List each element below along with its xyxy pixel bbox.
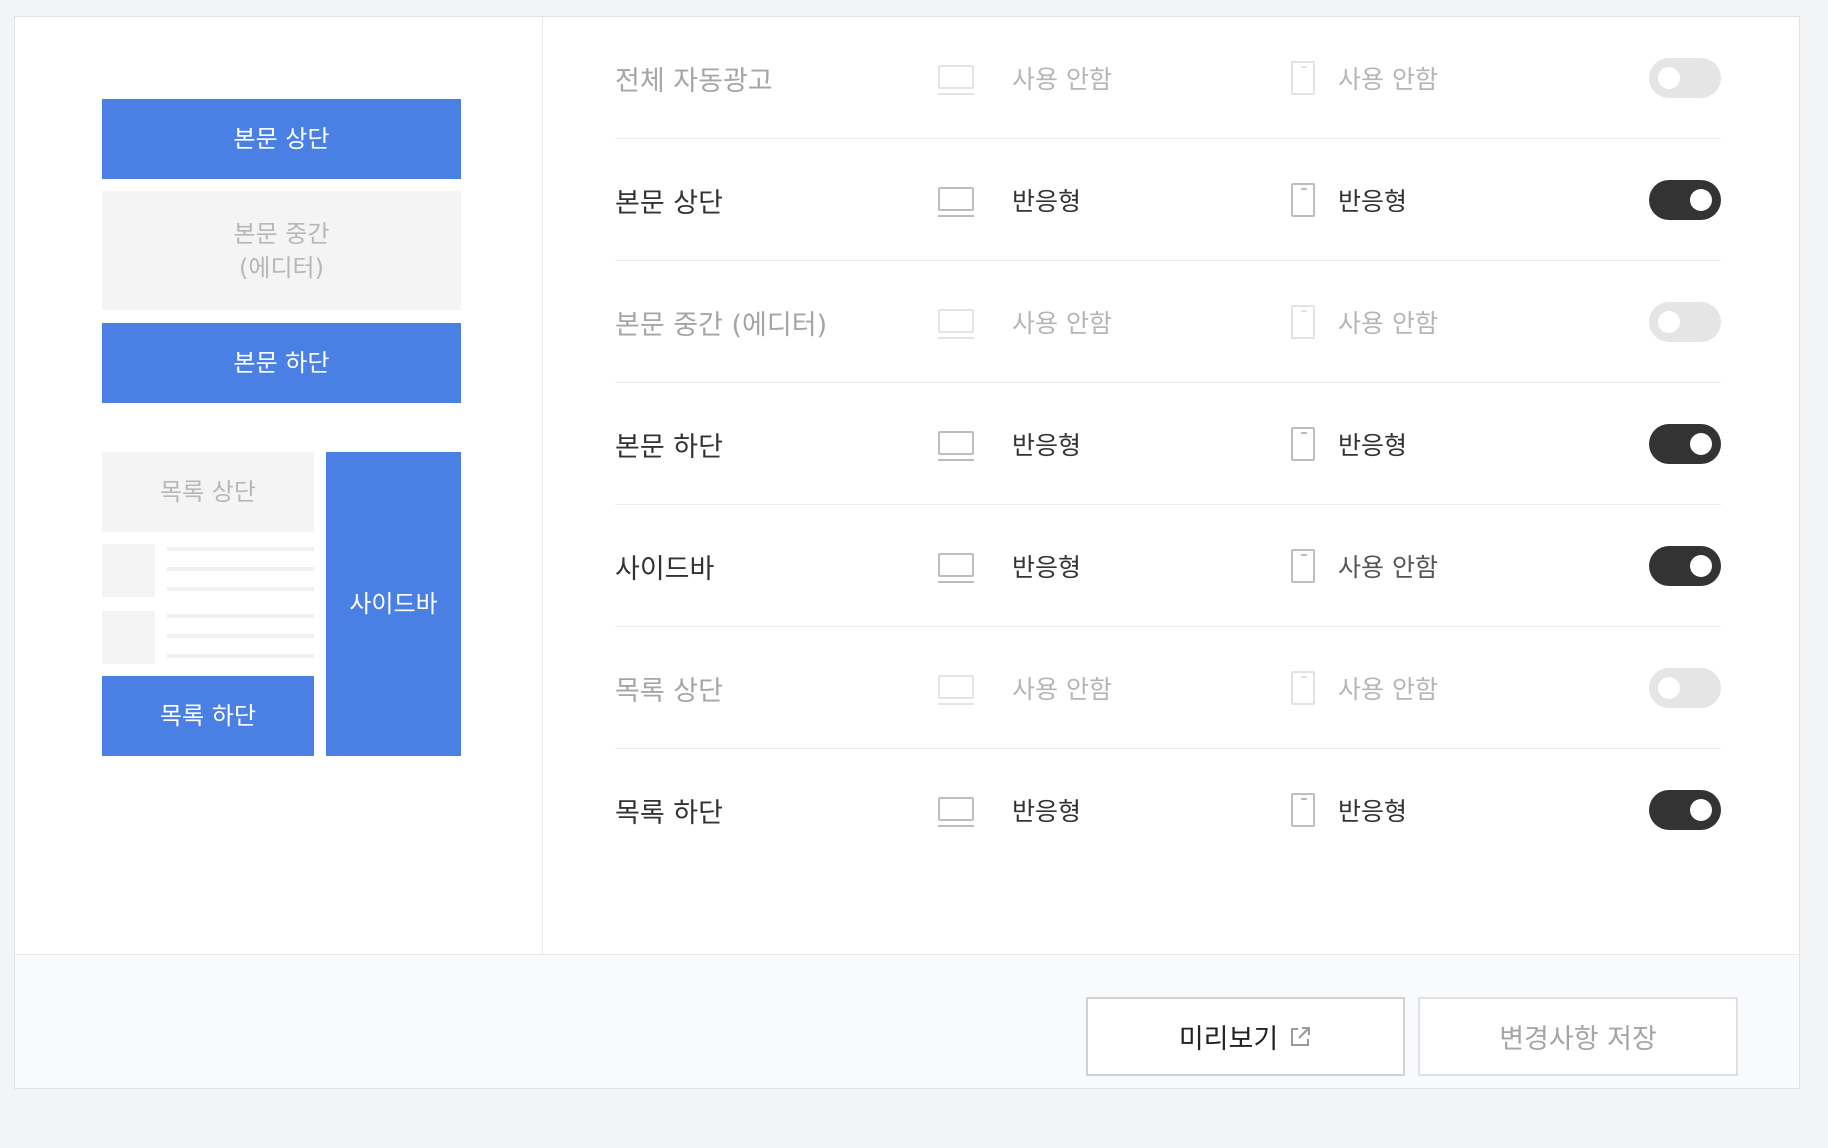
mobile-setting[interactable]: 사용 안함 bbox=[1338, 505, 1438, 627]
preview-sidebar[interactable]: 사이드바 bbox=[326, 452, 461, 756]
mobile-icon bbox=[1291, 183, 1315, 217]
list-line bbox=[167, 654, 314, 658]
ad-row-body-bottom: 본문 하단 반응형 반응형 bbox=[615, 383, 1721, 505]
preview-body-middle[interactable]: 본문 중간 (에디터) bbox=[102, 191, 461, 310]
pc-setting[interactable]: 반응형 bbox=[1012, 139, 1081, 261]
mobile-setting[interactable]: 반응형 bbox=[1338, 383, 1407, 505]
ad-row-sidebar: 사이드바 반응형 사용 안함 bbox=[615, 505, 1721, 627]
pc-setting[interactable]: 반응형 bbox=[1012, 383, 1081, 505]
mobile-setting[interactable]: 사용 안함 bbox=[1338, 261, 1438, 383]
ad-row-list-top: 목록 상단 사용 안함 사용 안함 bbox=[615, 627, 1721, 749]
preview-body-top-label: 본문 상단 bbox=[233, 125, 330, 153]
list-line bbox=[167, 547, 314, 551]
mobile-icon bbox=[1291, 671, 1315, 705]
ad-row-body-middle: 본문 중간 (에디터) 사용 안함 사용 안함 bbox=[615, 261, 1721, 383]
mobile-setting[interactable]: 사용 안함 bbox=[1338, 627, 1438, 749]
toggle-knob bbox=[1658, 677, 1680, 699]
toggle-switch[interactable] bbox=[1649, 424, 1721, 464]
row-name: 본문 상단 bbox=[615, 187, 723, 219]
save-changes-button[interactable]: 변경사항 저장 bbox=[1418, 997, 1738, 1076]
preview-body-top[interactable]: 본문 상단 bbox=[102, 99, 461, 179]
toggle-knob bbox=[1690, 799, 1712, 821]
row-name: 본문 중간 (에디터) bbox=[615, 309, 828, 341]
pc-setting[interactable]: 반응형 bbox=[1012, 505, 1081, 627]
row-name: 사이드바 bbox=[615, 553, 715, 585]
toggle-switch[interactable] bbox=[1649, 302, 1721, 342]
list-thumbnail bbox=[102, 544, 155, 597]
toggle-knob bbox=[1690, 555, 1712, 577]
row-name: 본문 하단 bbox=[615, 431, 723, 463]
monitor-icon bbox=[938, 553, 974, 583]
toggle-knob bbox=[1690, 189, 1712, 211]
monitor-icon bbox=[938, 797, 974, 827]
preview-button[interactable]: 미리보기 bbox=[1086, 997, 1405, 1076]
monitor-icon bbox=[938, 187, 974, 217]
mobile-setting[interactable]: 반응형 bbox=[1338, 139, 1407, 261]
toggle-switch[interactable] bbox=[1649, 668, 1721, 708]
pc-setting[interactable]: 반응형 bbox=[1012, 749, 1081, 871]
preview-list-bottom-label: 목록 하단 bbox=[160, 702, 256, 730]
monitor-icon bbox=[938, 431, 974, 461]
mobile-setting[interactable]: 반응형 bbox=[1338, 749, 1407, 871]
preview-body-middle-label: 본문 중간 bbox=[233, 219, 330, 248]
toggle-switch[interactable] bbox=[1649, 180, 1721, 220]
preview-sidebar-label: 사이드바 bbox=[349, 590, 438, 618]
preview-body-bottom[interactable]: 본문 하단 bbox=[102, 323, 461, 403]
pc-setting[interactable]: 사용 안함 bbox=[1012, 17, 1112, 139]
list-thumbnail bbox=[102, 611, 155, 664]
ad-row-body-top: 본문 상단 반응형 반응형 bbox=[615, 139, 1721, 261]
list-line bbox=[167, 567, 314, 571]
mobile-icon bbox=[1291, 61, 1315, 95]
external-link-icon bbox=[1288, 1025, 1312, 1049]
mobile-setting[interactable]: 사용 안함 bbox=[1338, 17, 1438, 139]
toggle-switch[interactable] bbox=[1649, 546, 1721, 586]
list-line bbox=[167, 614, 314, 618]
row-name: 목록 하단 bbox=[615, 797, 723, 829]
toggle-switch[interactable] bbox=[1649, 790, 1721, 830]
mobile-icon bbox=[1291, 305, 1315, 339]
monitor-icon bbox=[938, 675, 974, 705]
row-name: 전체 자동광고 bbox=[615, 65, 773, 97]
toggle-knob bbox=[1658, 67, 1680, 89]
ad-row-list-bottom: 목록 하단 반응형 반응형 bbox=[615, 749, 1721, 871]
preview-body-bottom-label: 본문 하단 bbox=[233, 349, 330, 377]
preview-button-label: 미리보기 bbox=[1178, 1024, 1279, 1055]
row-name: 목록 상단 bbox=[615, 675, 723, 707]
pc-setting[interactable]: 사용 안함 bbox=[1012, 261, 1112, 383]
mobile-icon bbox=[1291, 549, 1315, 583]
preview-list-top-label: 목록 상단 bbox=[160, 478, 256, 506]
pc-setting[interactable]: 사용 안함 bbox=[1012, 627, 1112, 749]
monitor-icon bbox=[938, 309, 974, 339]
preview-body-middle-sublabel: (에디터) bbox=[239, 253, 324, 282]
list-line bbox=[167, 587, 314, 591]
toggle-knob bbox=[1658, 311, 1680, 333]
preview-list-bottom[interactable]: 목록 하단 bbox=[102, 676, 314, 756]
preview-list-top[interactable]: 목록 상단 bbox=[102, 452, 314, 532]
toggle-switch[interactable] bbox=[1649, 58, 1721, 98]
monitor-icon bbox=[938, 65, 974, 95]
mobile-icon bbox=[1291, 427, 1315, 461]
toggle-knob bbox=[1690, 433, 1712, 455]
ad-settings-panel: 본문 상단 본문 중간 (에디터) 본문 하단 목록 상단 목록 하단 사이드바… bbox=[14, 16, 1800, 1089]
save-button-label: 변경사항 저장 bbox=[1499, 1024, 1657, 1055]
mobile-icon bbox=[1291, 793, 1315, 827]
vertical-divider bbox=[542, 17, 543, 957]
ad-row-auto: 전체 자동광고 사용 안함 사용 안함 bbox=[615, 17, 1721, 139]
list-line bbox=[167, 634, 314, 638]
